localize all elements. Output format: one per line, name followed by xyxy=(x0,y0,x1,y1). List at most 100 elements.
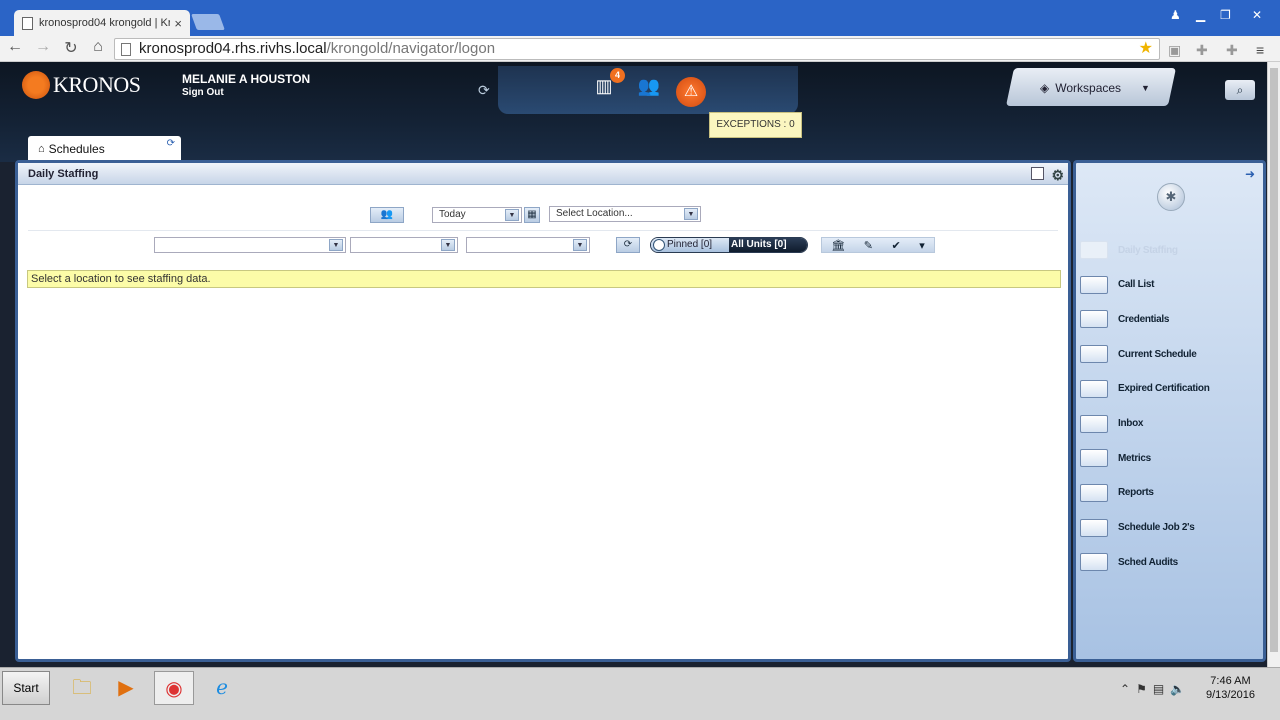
divider xyxy=(28,230,1058,231)
workspace-panel: ➜ ✱ Daily Staffing Call List Credentials Cu… xyxy=(1073,160,1266,662)
filter-select-3[interactable]: ▼ xyxy=(466,237,590,253)
bookmark-star-icon[interactable]: ★ xyxy=(1139,39,1153,59)
workspace-item[interactable]: Metrics xyxy=(1080,448,1151,468)
address-bar: ← → ↻ ⌂ kronosprod04.rhs.rivhs.local/kro… xyxy=(0,36,1280,62)
search-button[interactable]: ⌕ xyxy=(1225,80,1255,100)
filter-select-1[interactable]: ▼ xyxy=(154,237,346,253)
collapse-arrow-icon[interactable]: ➜ xyxy=(1245,167,1255,181)
menu-icon[interactable]: ≡ xyxy=(1256,42,1264,58)
globe-icon: ✱ xyxy=(1157,183,1185,211)
refresh-icon[interactable]: ⟳ xyxy=(167,138,175,149)
maximize-icon[interactable] xyxy=(1031,167,1044,180)
url-host: kronosprod04.rhs.rivhs.local xyxy=(139,40,327,57)
volume-icon[interactable]: 🔈 xyxy=(1170,682,1185,696)
all-units-segment[interactable]: All Units [0] xyxy=(729,238,807,252)
exceptions-tooltip: EXCEPTIONS : 0 xyxy=(709,112,802,138)
flag-icon[interactable]: ⚑ xyxy=(1136,682,1147,696)
workspace-item[interactable]: Expired Certification xyxy=(1080,379,1210,399)
exceptions-icon[interactable]: ⚠ xyxy=(676,77,706,107)
approve-icon[interactable]: ✔ xyxy=(891,239,900,252)
settings-gear-icon[interactable]: ⚙ xyxy=(1051,164,1064,186)
pinned-toggle[interactable]: Pinned [0] All Units [0] xyxy=(650,237,808,253)
all-units-label: All Units [0] xyxy=(731,239,787,250)
team-icon[interactable]: 👥 xyxy=(634,76,664,98)
logo-text: KRONOS xyxy=(53,72,141,97)
page-scrollbar[interactable] xyxy=(1267,62,1280,667)
chrome-icon[interactable]: ◉ xyxy=(154,671,194,705)
network-icon[interactable]: ▤ xyxy=(1153,682,1164,696)
extension-puzzle-icon[interactable]: ✚ xyxy=(1196,42,1208,59)
pinned-label: Pinned [0] xyxy=(667,239,713,250)
url-field[interactable]: kronosprod04.rhs.rivhs.local/krongold/na… xyxy=(114,38,1160,60)
date-select[interactable]: Today ▼ xyxy=(432,207,522,223)
workspace-item[interactable]: Credentials xyxy=(1080,309,1169,329)
workspace-item[interactable]: Current Schedule xyxy=(1080,344,1197,364)
workspace-item[interactable]: Inbox xyxy=(1080,414,1143,434)
calendar-button[interactable]: ▦ xyxy=(524,207,540,223)
workspace-item-label: Metrics xyxy=(1118,452,1151,464)
people-icon: 👥 xyxy=(380,209,394,220)
workspaces-label: Workspaces xyxy=(1055,81,1122,95)
eraser-icon[interactable]: ✎ xyxy=(864,239,873,252)
workspace-icon: ◈ xyxy=(1040,81,1050,95)
search-icon: ⌕ xyxy=(1236,83,1244,97)
chevron-down-icon[interactable]: ▾ xyxy=(919,239,925,252)
workspace-item[interactable]: Daily Staffing xyxy=(1080,240,1178,260)
browser-tab[interactable]: kronosprod04 krongold | Kr × xyxy=(14,10,190,36)
filter-select-2[interactable]: ▼ xyxy=(350,237,458,253)
workspace-item[interactable]: Call List xyxy=(1080,275,1155,295)
back-icon[interactable]: ← xyxy=(4,38,26,56)
workspace-item-label: Current Schedule xyxy=(1118,348,1197,360)
new-tab-button[interactable] xyxy=(191,14,225,30)
workspace-item[interactable]: Schedule Job 2's xyxy=(1080,518,1195,538)
internet-explorer-icon[interactable]: ℯ xyxy=(202,671,242,705)
workspace-item-icon xyxy=(1080,414,1108,433)
location-placeholder: Select Location... xyxy=(556,208,633,219)
extension-puzzle2-icon[interactable]: ✚ xyxy=(1226,42,1238,59)
clock-date: 9/13/2016 xyxy=(1206,689,1255,701)
tab-title: kronosprod04 krongold | Kr xyxy=(39,17,171,29)
media-player-icon[interactable]: ▶ xyxy=(106,671,146,705)
tab-close-icon[interactable]: × xyxy=(174,16,182,31)
file-explorer-icon[interactable]: 🗀 xyxy=(62,671,102,705)
refresh-button[interactable]: ⟳ xyxy=(616,237,640,253)
tab-schedules[interactable]: ⌂ Schedules ⟳ xyxy=(28,136,181,161)
chevron-down-icon: ▼ xyxy=(573,239,587,251)
workspace-item-label: Reports xyxy=(1118,487,1154,499)
clock[interactable]: 7:46 AM 9/13/2016 xyxy=(1206,674,1255,702)
user-icon[interactable]: ♟ xyxy=(1170,8,1181,22)
close-window-icon[interactable]: ✕ xyxy=(1252,8,1262,22)
calendar-icon: ▦ xyxy=(527,209,537,220)
tray-chevron-icon[interactable]: ⌃ xyxy=(1120,682,1130,696)
minimize-icon[interactable]: ▁ xyxy=(1196,8,1205,22)
kronos-logo-mark xyxy=(22,71,50,99)
home-icon[interactable]: ⌂ xyxy=(87,38,109,56)
tab-schedules-label: Schedules xyxy=(48,141,105,156)
workspace-item-label: Daily Staffing xyxy=(1118,244,1178,256)
notification-badge: 4 xyxy=(610,68,625,83)
chevron-down-icon: ▼ xyxy=(505,209,519,221)
panel-title-bar: Daily Staffing ⚙ xyxy=(18,163,1068,185)
workspaces-dropdown[interactable]: ◈ Workspaces ▼ xyxy=(1040,81,1150,95)
restore-icon[interactable]: ❐ xyxy=(1220,8,1231,22)
staff-filter-button[interactable]: 👥 xyxy=(370,207,404,223)
workspace-item-label: Expired Certification xyxy=(1118,383,1210,395)
workspace-item[interactable]: Sched Audits xyxy=(1080,552,1178,572)
scrollbar-thumb[interactable] xyxy=(1270,68,1278,652)
clock-time: 7:46 AM xyxy=(1210,675,1251,687)
reload-icon[interactable]: ↻ xyxy=(60,38,82,58)
workspace-item[interactable]: Reports xyxy=(1080,483,1154,503)
sign-out-link[interactable]: Sign Out xyxy=(182,87,224,98)
bank-icon[interactable]: 🏛 xyxy=(831,239,845,252)
windows-taskbar: Start 🗀 ▶ ◉ ℯ ⌃ ⚑ ▤ 🔈 7:46 AM 9/13/2016 xyxy=(0,667,1280,720)
pinned-segment[interactable]: Pinned [0] xyxy=(651,238,729,252)
workspace-item-icon xyxy=(1080,345,1108,364)
start-button[interactable]: Start xyxy=(2,671,50,705)
workspace-item-label: Sched Audits xyxy=(1118,556,1178,568)
browser-tab-bar: kronosprod04 krongold | Kr × ♟ ▁ ❐ ✕ xyxy=(0,0,1280,36)
forward-icon[interactable]: → xyxy=(32,38,54,56)
refresh-icon[interactable]: ⟳ xyxy=(478,82,490,99)
location-select[interactable]: Select Location... ▼ xyxy=(549,206,701,222)
chevron-down-icon: ▼ xyxy=(441,239,455,251)
extension-p-icon[interactable]: ▣ xyxy=(1168,42,1181,59)
